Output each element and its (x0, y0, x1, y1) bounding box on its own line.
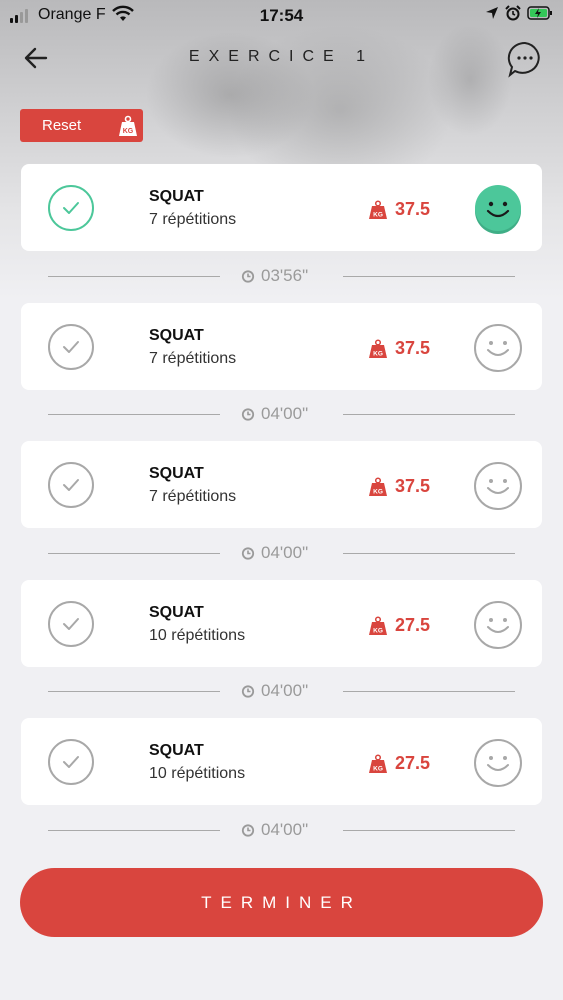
page-title: EXERCICE 1 (188, 48, 375, 65)
alarm-icon (505, 5, 521, 21)
smiley-face-icon[interactable] (473, 323, 523, 373)
check-circle-icon[interactable] (47, 461, 95, 509)
weight-value: 37.5 (395, 476, 431, 496)
battery-charging-icon (527, 6, 552, 20)
reps-count: 7 répétitions (149, 488, 237, 505)
kg-weight-icon: KG (369, 477, 387, 496)
set-card[interactable]: SQUAT 10 répétitions KG 27.5 (21, 718, 542, 805)
kg-weight-icon: KG (119, 115, 137, 136)
smiley-face-icon[interactable] (473, 184, 523, 234)
rest-timer: 04'00" (48, 819, 515, 841)
weight-value: 37.5 (395, 199, 431, 219)
rest-timer: 04'00" (48, 542, 515, 564)
location-arrow-icon (486, 7, 498, 19)
set-card[interactable]: SQUAT 7 répétitions KG 37.5 (21, 441, 542, 528)
timer-icon (241, 270, 255, 283)
check-circle-icon[interactable] (47, 323, 95, 371)
exercise-name: SQUAT (149, 465, 204, 482)
reps-count: 7 répétitions (149, 350, 237, 367)
rest-duration: 03'56" (261, 266, 309, 285)
reset-button-label: Reset (42, 117, 82, 134)
svg-text:KG: KG (373, 489, 383, 496)
rest-duration: 04'00" (261, 404, 309, 423)
kg-weight-icon: KG (369, 200, 387, 219)
exercise-name: SQUAT (149, 327, 204, 344)
rest-timer: 04'00" (48, 403, 515, 425)
kg-icon-text: KG (123, 128, 134, 135)
rest-duration: 04'00" (261, 681, 309, 700)
set-card[interactable]: SQUAT 7 répétitions KG 37.5 (21, 164, 542, 251)
weight-value: 37.5 (395, 338, 431, 358)
kg-weight-icon: KG (369, 616, 387, 635)
timer-icon (241, 547, 255, 560)
rest-timer: 04'00" (48, 680, 515, 702)
reps-count: 10 répétitions (149, 627, 246, 644)
finish-button[interactable]: TERMINER (20, 868, 543, 937)
svg-text:KG: KG (373, 212, 383, 219)
kg-weight-icon: KG (369, 754, 387, 773)
set-card[interactable]: SQUAT 7 répétitions KG 37.5 (21, 303, 542, 390)
timer-icon (241, 824, 255, 837)
weight-value: 27.5 (395, 753, 431, 773)
check-circle-icon[interactable] (47, 600, 95, 648)
status-time: 17:54 (259, 6, 304, 25)
rest-duration: 04'00" (261, 543, 309, 562)
check-circle-icon[interactable] (47, 184, 95, 232)
exercise-name: SQUAT (149, 742, 204, 759)
set-card[interactable]: SQUAT 10 répétitions KG 27.5 (21, 580, 542, 667)
rest-timer: 03'56" (48, 265, 515, 287)
reps-count: 7 répétitions (149, 211, 237, 228)
timer-icon (241, 408, 255, 421)
reps-count: 10 répétitions (149, 765, 246, 782)
background-photo (0, 0, 563, 300)
check-circle-icon[interactable] (47, 738, 95, 786)
kg-weight-icon: KG (369, 339, 387, 358)
exercise-name: SQUAT (149, 188, 204, 205)
svg-text:KG: KG (373, 766, 383, 773)
exercise-name: SQUAT (149, 604, 204, 621)
smiley-face-icon[interactable] (473, 738, 523, 788)
reset-button[interactable]: Reset KG (20, 109, 143, 142)
svg-text:KG: KG (373, 351, 383, 358)
weight-value: 27.5 (395, 615, 431, 635)
svg-text:KG: KG (373, 628, 383, 635)
chat-menu-icon[interactable] (506, 40, 544, 78)
smiley-face-icon[interactable] (473, 600, 523, 650)
timer-icon (241, 685, 255, 698)
rest-duration: 04'00" (261, 820, 309, 839)
status-bar: Orange F 17:54 (0, 0, 563, 30)
smiley-face-icon[interactable] (473, 461, 523, 511)
